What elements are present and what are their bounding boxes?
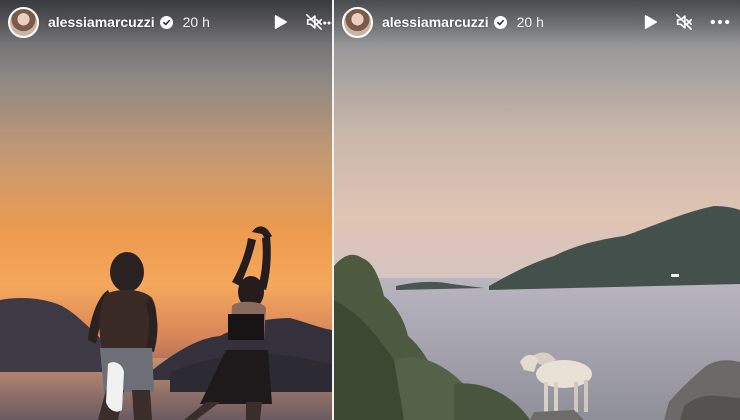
story-panel-left[interactable]: alessiamarcuzzi 20 h (0, 0, 332, 420)
post-time: 20 h (516, 14, 544, 30)
story-header-right: alessiamarcuzzi 20 h (334, 0, 740, 44)
verified-badge-icon (493, 15, 507, 29)
post-time: 20 h (182, 14, 210, 30)
story-photo-sea (334, 0, 740, 420)
avatar[interactable] (342, 6, 373, 38)
play-icon[interactable] (270, 12, 290, 32)
volume-muted-icon[interactable] (674, 12, 694, 32)
story-controls (640, 12, 732, 32)
avatar[interactable] (8, 6, 39, 38)
story-photo-sunset (0, 0, 332, 420)
story-controls (270, 12, 324, 32)
verified-badge-icon (159, 15, 173, 29)
story-header-left: alessiamarcuzzi 20 h (0, 0, 332, 44)
more-options-icon[interactable] (708, 12, 732, 32)
play-icon[interactable] (640, 12, 660, 32)
story-panel-right[interactable]: alessiamarcuzzi 20 h (334, 0, 740, 420)
username[interactable]: alessiamarcuzzi (48, 14, 155, 30)
username[interactable]: alessiamarcuzzi (382, 14, 489, 30)
more-options-icon[interactable] (322, 13, 332, 33)
volume-muted-icon[interactable] (304, 12, 324, 32)
